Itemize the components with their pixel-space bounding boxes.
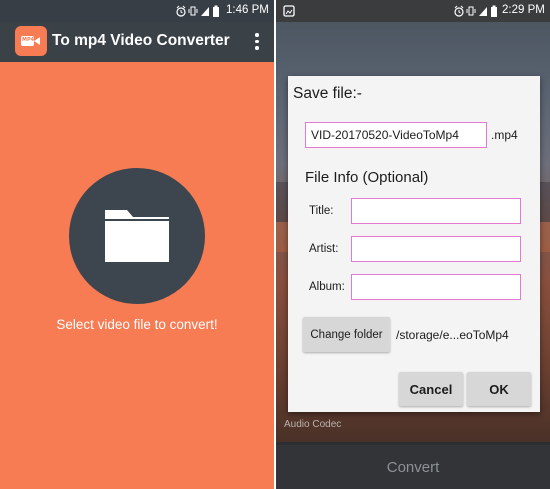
signal-icon: [479, 7, 487, 16]
folder-icon: [105, 210, 169, 262]
camera-lens: [34, 37, 40, 45]
filename-input[interactable]: [305, 122, 487, 148]
artist-input[interactable]: [351, 236, 521, 262]
select-file-button[interactable]: [69, 168, 205, 304]
app-icon-badge: MP4: [22, 37, 35, 43]
cancel-button[interactable]: Cancel: [399, 372, 463, 406]
overflow-menu-icon[interactable]: [250, 30, 264, 52]
status-bar: 2:29 PM: [276, 0, 550, 22]
audio-codec-label: Audio Codec: [284, 419, 342, 430]
convert-button[interactable]: Convert: [276, 459, 550, 476]
video-convert-app-icon: MP4: [15, 26, 47, 56]
left-screen: 1:46 PM MP4 To mp4 Video Converter Selec…: [0, 0, 274, 489]
status-icons: [176, 5, 219, 17]
alarm-icon: [454, 5, 464, 17]
title-input[interactable]: [351, 198, 521, 224]
change-folder-button[interactable]: Change folder: [303, 317, 390, 352]
status-time: 1:46 PM: [226, 4, 269, 16]
ok-button[interactable]: OK: [467, 372, 531, 406]
dialog-title: Save file:-: [293, 85, 362, 102]
album-input[interactable]: [351, 274, 521, 300]
file-info-heading: File Info (Optional): [305, 169, 429, 186]
status-icons: [454, 5, 497, 17]
artist-label: Artist:: [309, 243, 339, 255]
camera-body: MP4: [21, 36, 34, 46]
alarm-icon: [176, 5, 186, 17]
folder-path: /storage/e...eoToMp4: [396, 328, 509, 342]
signal-icon: [201, 7, 209, 16]
vibrate-icon: [188, 6, 198, 16]
battery-icon: [491, 5, 497, 17]
file-extension: .mp4: [491, 128, 518, 142]
album-label: Album:: [309, 281, 345, 293]
select-video-prompt: Select video file to convert!: [56, 317, 218, 332]
gallery-notification-icon: [283, 5, 295, 17]
status-bar: 1:46 PM: [0, 0, 274, 22]
vibrate-icon: [466, 6, 476, 16]
battery-icon: [213, 5, 219, 17]
title-label: Title:: [309, 205, 334, 217]
status-time: 2:29 PM: [502, 4, 545, 16]
app-title: To mp4 Video Converter: [52, 32, 230, 49]
